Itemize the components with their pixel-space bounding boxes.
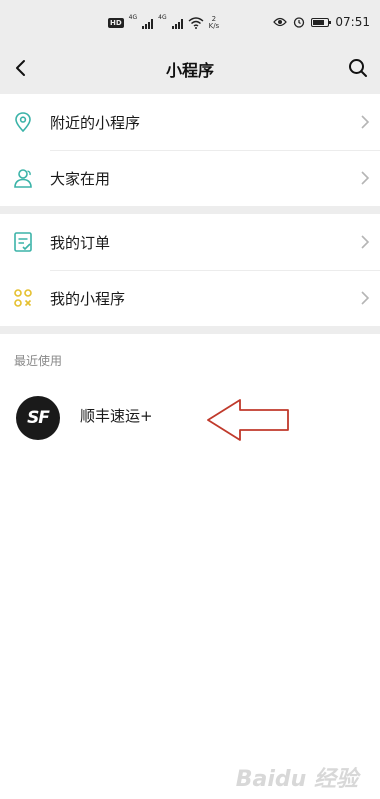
search-button[interactable] [344,54,372,82]
order-checklist-icon [14,232,32,252]
nav-bar: 小程序 [0,42,380,94]
signal-bars-1-icon [142,18,154,29]
status-right: 07:51 [273,13,370,31]
location-pin-icon [15,112,31,133]
menu-group-mine: 我的订单 我的小程序 [0,214,380,326]
alarm-icon [294,17,305,28]
page-title: 小程序 [165,61,214,80]
menu-item-label: 我的订单 [50,234,111,252]
wifi-icon [188,17,204,29]
status-time: 07:51 [335,15,370,29]
status-bar: HD 4G 4G 2 K/s 07:51 [0,0,380,42]
menu-item-nearby[interactable]: 附近的小程序 [0,94,380,150]
net-speed: 2 K/s [209,16,220,30]
recent-item-name: 顺丰速运+ [80,407,153,425]
net-speed-unit: K/s [208,22,220,30]
menu-item-my-mini-programs[interactable]: 我的小程序 [0,270,380,326]
eye-icon [273,17,288,27]
sf-logo-text: SF [27,408,50,428]
mini-program-grid-icon [14,289,32,307]
sf-express-logo: SF [16,396,60,440]
menu-item-popular[interactable]: 大家在用 [0,150,380,206]
signal-bars-2-icon [171,18,183,29]
chevron-right-icon [361,235,370,249]
section-gap [0,206,380,214]
menu-group-discover: 附近的小程序 大家在用 [0,94,380,206]
section-gap [0,326,380,334]
menu-item-orders[interactable]: 我的订单 [0,214,380,270]
battery-icon [311,17,332,27]
watermark: Baidu 经验 [235,767,358,792]
status-icons: HD 4G 4G 2 K/s [108,14,219,32]
chevron-right-icon [361,291,370,305]
chevron-right-icon [361,171,370,185]
recent-section-title: 最近使用 [14,354,63,368]
chevron-right-icon [361,115,370,129]
menu-item-label: 附近的小程序 [50,114,141,132]
menu-item-label: 大家在用 [50,170,111,188]
menu-item-label: 我的小程序 [50,290,126,308]
people-icon [14,169,32,188]
signal-1-label: 4G [128,14,138,21]
hd-badge: HD [108,18,124,28]
signal-2-label: 4G [158,14,167,21]
search-icon [349,59,367,77]
red-arrow-annotation [207,399,289,441]
